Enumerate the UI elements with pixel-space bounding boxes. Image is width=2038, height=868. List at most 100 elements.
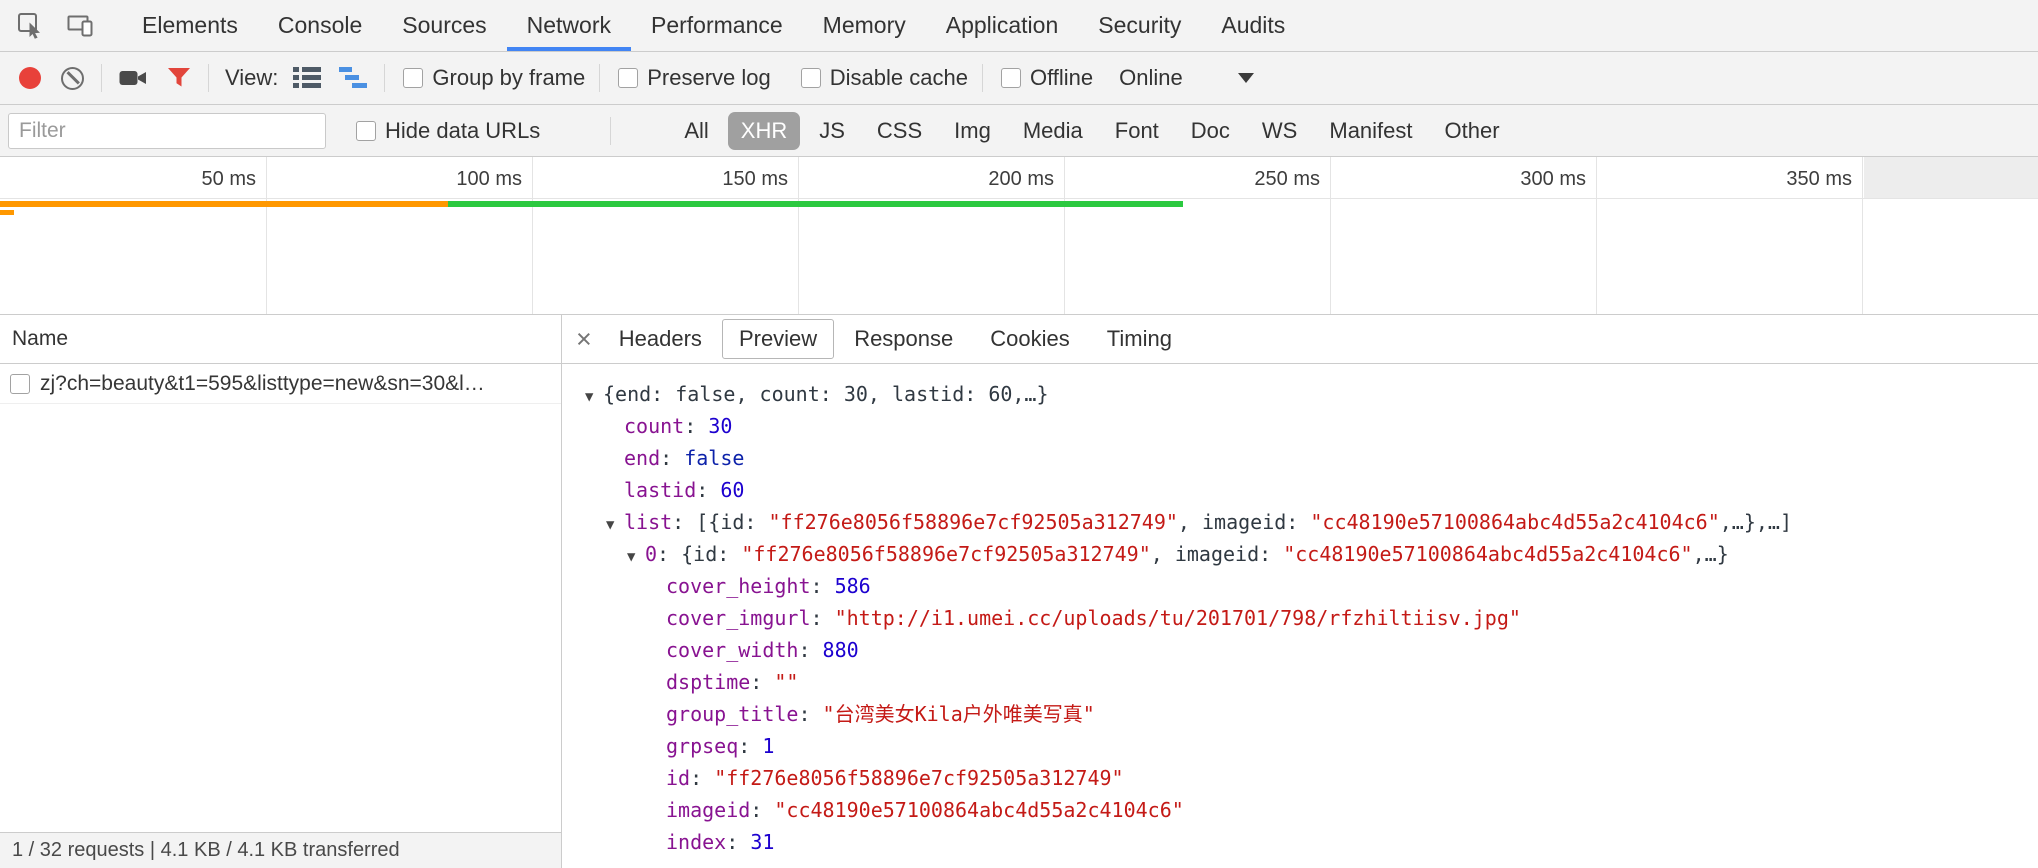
hide-data-urls-checkbox[interactable]: Hide data URLs (356, 118, 540, 144)
tree-disclosure-arrow[interactable]: ▼ (585, 381, 603, 413)
request-row[interactable]: zj?ch=beauty&t1=595&listtype=new&sn=30&l… (0, 364, 561, 404)
token-plain: ,…},…] (1720, 510, 1792, 534)
token-plain: : (811, 606, 835, 630)
filter-type-media[interactable]: Media (1010, 112, 1096, 150)
detail-tab-preview[interactable]: Preview (722, 319, 834, 359)
token-plain: : (738, 734, 762, 758)
throttling-select[interactable]: Online (1119, 65, 1254, 91)
toolbar-separator (610, 117, 611, 145)
filter-type-other[interactable]: Other (1432, 112, 1513, 150)
token-key: group_title (666, 702, 798, 726)
clear-button[interactable] (58, 64, 87, 93)
hide-data-urls-label: Hide data URLs (385, 118, 540, 144)
tab-network[interactable]: Network (507, 0, 631, 51)
group-by-frame-checkbox[interactable]: Group by frame (403, 65, 585, 91)
filter-type-font[interactable]: Font (1102, 112, 1172, 150)
disable-cache-label: Disable cache (830, 65, 968, 91)
token-plain: : (798, 638, 822, 662)
tick-label: 250 ms (1170, 157, 1320, 199)
tab-memory[interactable]: Memory (803, 0, 926, 51)
checkbox-icon (801, 68, 821, 88)
tab-performance[interactable]: Performance (631, 0, 803, 51)
tree-line: cover_width: 880 (562, 634, 2038, 666)
tree-line: count: 30 (562, 410, 2038, 442)
detail-tab-response[interactable]: Response (837, 319, 970, 359)
token-plain: {end: false, count: 30, lastid: 60,…} (603, 382, 1049, 406)
group-by-frame-label: Group by frame (432, 65, 585, 91)
filter-type-doc[interactable]: Doc (1178, 112, 1243, 150)
capture-screenshots-button[interactable] (116, 64, 150, 92)
name-column-label: Name (12, 327, 68, 351)
name-column-header[interactable]: Name (0, 315, 561, 364)
tree-line: grpseq: 1 (562, 730, 2038, 762)
filter-type-js[interactable]: JS (806, 112, 858, 150)
token-plain: : (798, 702, 822, 726)
record-button[interactable] (16, 64, 44, 92)
toolbar-separator (101, 64, 102, 92)
preserve-log-checkbox[interactable]: Preserve log (618, 65, 771, 91)
view-label: View: (225, 65, 278, 91)
tree-line: imageid: "cc48190e57100864abc4d55a2c4104… (562, 794, 2038, 826)
token-key: cover_height (666, 574, 811, 598)
tab-elements[interactable]: Elements (122, 0, 258, 51)
filter-toggle-button[interactable] (164, 64, 194, 92)
tree-line: group_title: "台湾美女Kila户外唯美写真" (562, 698, 2038, 730)
record-icon (19, 67, 41, 89)
throttling-value: Online (1119, 65, 1183, 91)
close-icon[interactable]: × (576, 326, 592, 353)
tree-disclosure-arrow[interactable]: ▼ (606, 509, 624, 541)
detail-tab-timing[interactable]: Timing (1090, 319, 1189, 359)
status-text: 1 / 32 requests | 4.1 KB / 4.1 KB transf… (12, 839, 400, 862)
token-key: grpseq (666, 734, 738, 758)
filter-type-ws[interactable]: WS (1249, 112, 1310, 150)
preserve-log-label: Preserve log (647, 65, 771, 91)
overview-request-bar (448, 201, 1183, 207)
timeline-overview[interactable]: 50 ms100 ms150 ms200 ms250 ms300 ms350 m… (0, 157, 2038, 315)
tick-label: 100 ms (372, 157, 522, 199)
request-checkbox[interactable] (10, 374, 30, 394)
filter-toolbar: Hide data URLs AllXHRJSCSSImgMediaFontDo… (0, 105, 2038, 157)
token-plain: : (726, 830, 750, 854)
offline-label: Offline (1030, 65, 1093, 91)
tree-disclosure-arrow[interactable]: ▼ (627, 541, 645, 573)
filter-type-img[interactable]: Img (941, 112, 1004, 150)
offline-checkbox[interactable]: Offline (1001, 65, 1093, 91)
tab-security[interactable]: Security (1078, 0, 1201, 51)
large-request-rows-button[interactable] (290, 64, 324, 92)
detail-tab-cookies[interactable]: Cookies (973, 319, 1086, 359)
tab-sources[interactable]: Sources (382, 0, 506, 51)
detail-tab-headers[interactable]: Headers (602, 319, 719, 359)
disable-cache-checkbox[interactable]: Disable cache (801, 65, 968, 91)
filter-input[interactable] (8, 113, 326, 149)
tree-line: end: false (562, 442, 2038, 474)
checkbox-icon (1001, 68, 1021, 88)
tabbar-icon-group (0, 0, 108, 51)
token-key: id (666, 766, 690, 790)
filter-type-xhr[interactable]: XHR (728, 112, 800, 150)
inspect-element-button[interactable] (14, 9, 48, 43)
token-str: "" (774, 670, 798, 694)
token-num: 1 (762, 734, 774, 758)
checkbox-icon (356, 121, 376, 141)
tree-line: index: 31 (562, 826, 2038, 858)
filter-type-manifest[interactable]: Manifest (1316, 112, 1425, 150)
preview-tree: ▼{end: false, count: 30, lastid: 60,…}co… (562, 364, 2038, 868)
tab-audits[interactable]: Audits (1201, 0, 1305, 51)
tab-console[interactable]: Console (258, 0, 382, 51)
token-str: "cc48190e57100864abc4d55a2c4104c6" (1283, 542, 1692, 566)
tab-application[interactable]: Application (926, 0, 1079, 51)
tree-line: ▼list: [{id: "ff276e8056f58896e7cf92505a… (562, 506, 2038, 538)
filter-type-all[interactable]: All (671, 112, 721, 150)
filter-type-css[interactable]: CSS (864, 112, 935, 150)
toggle-device-toolbar-button[interactable] (64, 10, 98, 42)
camera-icon (119, 67, 147, 89)
token-plain: , imageid: (1178, 510, 1310, 534)
token-str: "ff276e8056f58896e7cf92505a312749" (769, 510, 1178, 534)
inspect-cursor-icon (17, 12, 45, 40)
token-key: lastid (624, 478, 696, 502)
waterfall-icon (339, 67, 367, 89)
show-overview-button[interactable] (336, 64, 370, 92)
network-main-split: Name zj?ch=beauty&t1=595&listtype=new&sn… (0, 315, 2038, 868)
checkbox-icon (403, 68, 423, 88)
tick-label: 350 ms (1702, 157, 1852, 199)
